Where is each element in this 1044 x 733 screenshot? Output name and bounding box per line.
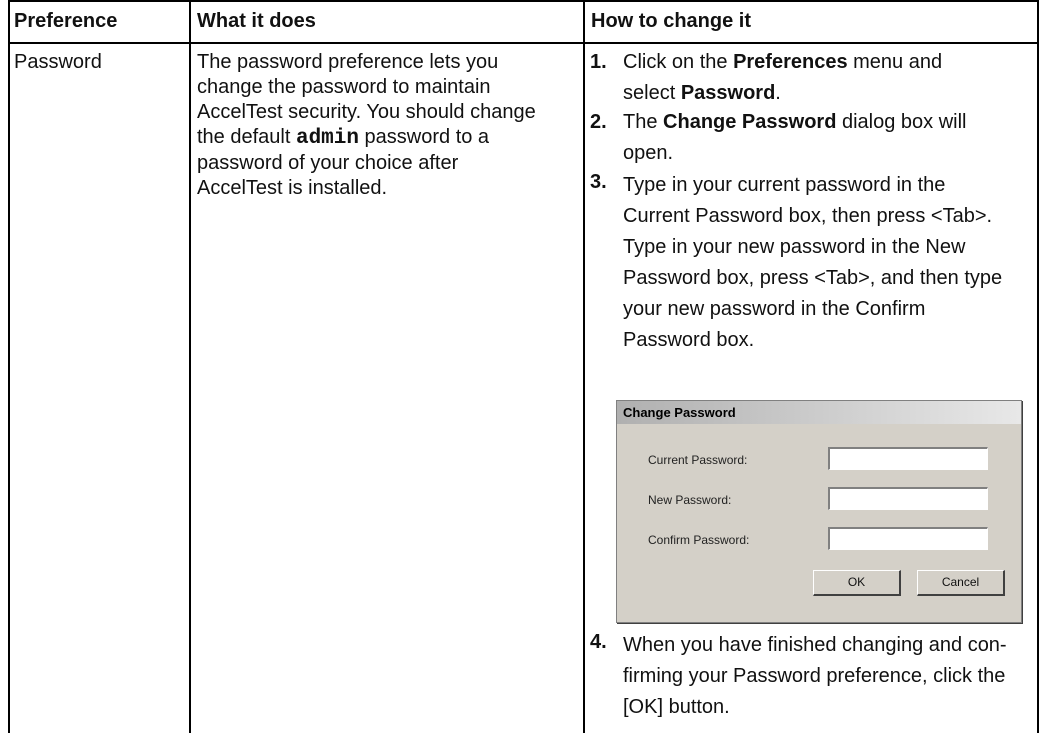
step-line: Click on the Preferences menu and xyxy=(623,50,1038,75)
cancel-button[interactable]: Cancel xyxy=(917,570,1005,596)
header-what-it-does: What it does xyxy=(197,10,316,32)
ok-button[interactable]: OK xyxy=(813,570,901,596)
dialog-title: Change Password xyxy=(617,401,1021,424)
description-line: AccelTest security. You should change xyxy=(197,101,536,123)
description-line: the default admin password to a xyxy=(197,125,577,151)
step-line: When you have finished changing and con- xyxy=(623,634,1007,656)
step-line: select Password. xyxy=(623,81,1038,106)
step-number: 4. xyxy=(590,631,607,653)
description-text: password to a xyxy=(358,126,490,148)
change-password-dialog-ref: Change Password xyxy=(663,111,837,133)
table-top-border xyxy=(8,0,1039,2)
new-password-label: New Password: xyxy=(648,493,732,507)
preference-description: The password preference lets you change … xyxy=(197,50,577,201)
header-preference: Preference xyxy=(14,10,118,32)
step-3: 3. Type in your current password in the … xyxy=(590,170,1038,390)
step-line: Password box. xyxy=(623,329,755,351)
preference-name: Password xyxy=(14,51,102,73)
new-password-input[interactable] xyxy=(828,487,988,510)
description-line: The password preference lets you xyxy=(197,51,499,73)
change-password-dialog: Change Password Current Password: New Pa… xyxy=(616,400,1022,623)
confirm-password-input[interactable] xyxy=(828,527,988,550)
header-how-to-change: How to change it xyxy=(591,10,751,32)
default-password-code: admin xyxy=(295,127,359,150)
col-border-2 xyxy=(583,0,585,733)
step-2: 2. The Change Password dialog box will o… xyxy=(590,110,1038,170)
password-item-ref: Password xyxy=(680,82,776,104)
step-text: The Change Password dialog box will open… xyxy=(623,110,1038,166)
description-text: the default xyxy=(197,126,296,148)
step-text-part: select xyxy=(623,82,681,104)
step-line: firming your Password preference, click … xyxy=(623,665,1006,687)
step-line: open. xyxy=(623,142,674,164)
current-password-input[interactable] xyxy=(828,447,988,470)
description-line: AccelTest is installed. xyxy=(197,177,388,199)
step-line: Type in your new password in the New xyxy=(623,236,966,258)
step-text-part: menu and xyxy=(847,51,943,73)
current-password-label: Current Password: xyxy=(648,453,748,467)
col-border-left xyxy=(8,0,10,733)
description-line: change the password to maintain xyxy=(197,76,491,98)
step-1: 1. Click on the Preferences menu and sel… xyxy=(590,50,1038,110)
step-text: When you have finished changing and con-… xyxy=(623,630,1038,723)
header-divider xyxy=(8,42,1039,44)
step-number: 2. xyxy=(590,111,607,133)
step-line: Password box, press <Tab>, and then type xyxy=(623,267,1003,289)
col-border-1 xyxy=(189,0,191,733)
description-line: password of your choice after xyxy=(197,152,459,174)
step-text-part: The xyxy=(623,111,664,133)
step-line: your new password in the Confirm xyxy=(623,298,926,320)
step-4: 4. When you have finished changing and c… xyxy=(590,630,1038,730)
step-line: Type in your current password in the xyxy=(623,174,946,196)
step-number: 1. xyxy=(590,51,607,73)
confirm-password-label: Confirm Password: xyxy=(648,533,750,547)
preferences-menu-ref: Preferences xyxy=(733,51,848,73)
step-line: [OK] button. xyxy=(623,696,730,718)
step-line: The Change Password dialog box will xyxy=(623,110,1038,135)
step-text: Type in your current password in the Cur… xyxy=(623,170,1038,356)
step-text: Click on the Preferences menu and select… xyxy=(623,50,1038,106)
preferences-table: Preference What it does How to change it… xyxy=(0,0,1044,733)
step-line: Current Password box, then press <Tab>. xyxy=(623,205,993,227)
step-text-part: Click on the xyxy=(623,51,734,73)
step-number: 3. xyxy=(590,171,607,193)
step-text-part: dialog box will xyxy=(836,111,967,133)
step-text-part: . xyxy=(775,82,781,104)
